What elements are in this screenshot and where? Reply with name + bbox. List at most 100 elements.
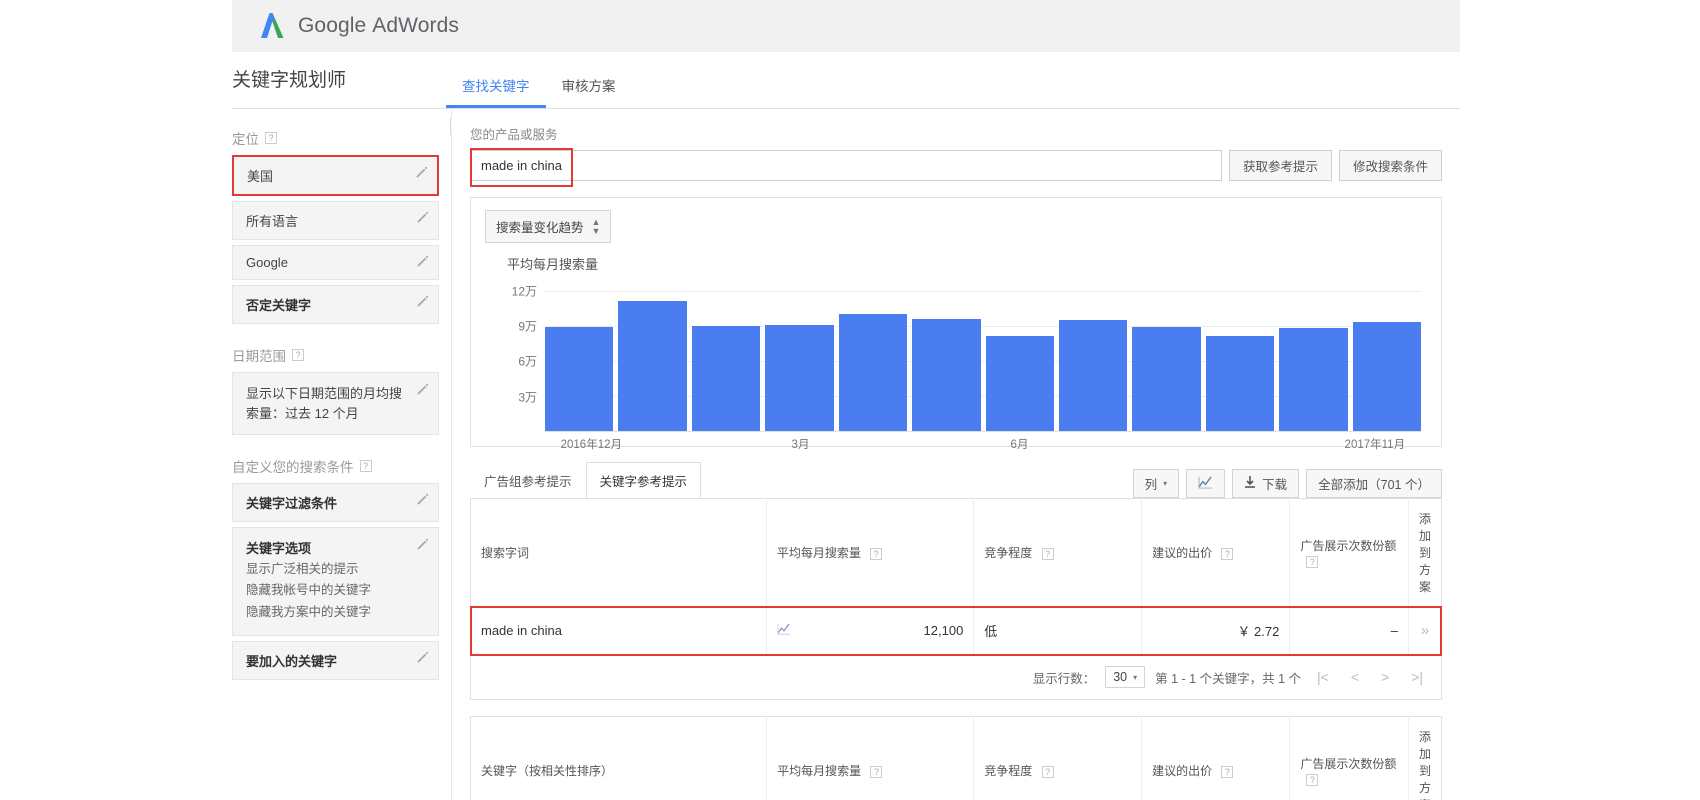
cell-impression-share: – [1289, 606, 1409, 655]
help-icon[interactable]: ? [1306, 556, 1319, 568]
y-axis-tick-label: 9万 [518, 319, 537, 334]
th-keyword-relevance[interactable]: 关键字（按相关性排序） [470, 716, 767, 800]
add-all-button[interactable]: 全部添加（701 个） [1306, 469, 1442, 498]
help-icon[interactable]: ? [1306, 774, 1319, 786]
sidebar-item-keyword-options[interactable]: 关键字选项 显示广泛相关的提示 隐藏我帐号中的关键字 隐藏我方案中的关键字 [232, 527, 439, 637]
sidebar-item-label: Google [246, 255, 288, 270]
th-label: 建议的出价 [1152, 764, 1213, 778]
bar-chart-plot: 3万 6万 9万 12万 [512, 279, 1422, 431]
toolbar-actions: 列 ▾ 下载 全部添加（701 个） [1132, 469, 1442, 498]
chart-bar[interactable] [1352, 322, 1422, 431]
trend-metric-select[interactable]: 搜索量变化趋势 ▲ ▼ [485, 210, 612, 243]
th-suggested-bid[interactable]: 建议的出价 ? [1141, 498, 1290, 607]
pencil-icon[interactable] [416, 493, 429, 506]
th-avg-searches[interactable]: 平均每月搜索量 ? [765, 498, 974, 607]
sidebar-section-title-date-range: 日期范围 ? [232, 345, 439, 365]
th-label: 竞争程度 [984, 546, 1033, 560]
th-label: 平均每月搜索量 [777, 764, 862, 778]
help-icon[interactable]: ? [1221, 548, 1234, 560]
sidebar-item-languages[interactable]: 所有语言 [232, 201, 439, 240]
th-impression-share[interactable]: 广告展示次数份额 ? [1289, 498, 1409, 607]
cell-keyword: made in china [470, 606, 767, 655]
chart-bar[interactable] [1058, 319, 1128, 431]
columns-button[interactable]: 列 ▾ [1132, 469, 1180, 498]
chart-panel: 搜索量变化趋势 ▲ ▼ 平均每月搜索量 3万 6万 9万 12万 2016年12月 3月 6… [470, 197, 1442, 451]
first-page-button[interactable]: |< [1311, 669, 1335, 685]
help-icon[interactable]: ? [359, 460, 372, 472]
help-icon[interactable]: ? [870, 548, 883, 560]
prev-page-button[interactable]: < [1345, 669, 1365, 685]
th-search-term[interactable]: 搜索字词 [470, 498, 767, 607]
th-label: 关键字（按相关性排序） [481, 764, 614, 778]
pencil-icon[interactable] [416, 211, 429, 224]
th-impression-share[interactable]: 广告展示次数份额 ? [1289, 716, 1409, 800]
sidebar-item-location[interactable]: 美国 [232, 155, 439, 196]
get-ideas-button[interactable]: 获取参考提示 [1228, 150, 1332, 181]
chart-bar[interactable] [765, 324, 834, 431]
chart-x-axis: 2016年12月 3月 6月 2017年11月 [545, 431, 1421, 451]
sidebar-item-label: 美国 [247, 169, 274, 184]
chart-bar[interactable] [1279, 328, 1348, 431]
graph-toggle-button[interactable] [1186, 469, 1226, 498]
th-label: 添加到方案 [1418, 512, 1431, 594]
modify-search-button[interactable]: 修改搜索条件 [1338, 150, 1442, 181]
help-icon[interactable]: ? [292, 349, 304, 361]
last-page-button[interactable]: >| [1405, 669, 1429, 685]
sidebar-item-keywords-to-include[interactable]: 要加入的关键字 [232, 641, 439, 681]
chevron-down-icon: ▾ [1163, 479, 1168, 488]
pagination-range: 第 1 - 1 个关键字，共 1 个 [1155, 671, 1301, 686]
table-toolbar: 广告组参考提示 关键字参考提示 列 ▾ 下载 全部添加（701 个） [470, 461, 1442, 499]
help-icon[interactable]: ? [1041, 766, 1054, 778]
pencil-icon[interactable] [416, 537, 429, 550]
search-row: 获取参考提示 修改搜索条件 [470, 148, 1442, 187]
th-label: 广告展示次数份额 [1300, 539, 1397, 553]
chart-bar[interactable] [545, 326, 614, 431]
line-chart-icon[interactable] [777, 623, 791, 638]
sidebar-item-network[interactable]: Google [232, 245, 439, 280]
rows-per-page-select[interactable]: 30 ▾ [1105, 666, 1146, 688]
chart-bar[interactable] [1205, 336, 1275, 431]
help-icon[interactable]: ? [1221, 766, 1234, 778]
pencil-icon[interactable] [415, 166, 428, 179]
pencil-icon[interactable] [416, 651, 429, 664]
th-label: 竞争程度 [984, 764, 1033, 778]
search-input[interactable] [470, 150, 1222, 181]
next-page-button[interactable]: > [1375, 669, 1395, 685]
th-suggested-bid[interactable]: 建议的出价 ? [1141, 716, 1290, 800]
chart-bar[interactable] [691, 325, 761, 431]
sidebar-item-date-range[interactable]: 显示以下日期范围的月均搜索量：过去 12 个月 [232, 372, 439, 435]
sidebar-item-negative-keywords[interactable]: 否定关键字 [232, 285, 439, 324]
sidebar-section-label: 自定义您的搜索条件 [232, 460, 354, 475]
tab-review-plan[interactable]: 审核方案 [546, 75, 632, 108]
chart-bar[interactable] [1132, 326, 1201, 431]
chevron-double-right-icon[interactable]: » [1421, 622, 1429, 639]
th-competition[interactable]: 竞争程度 ? [973, 716, 1142, 800]
page-header: 关键字规划师 查找关键字 审核方案 [232, 52, 1460, 109]
adwords-logo-icon [258, 11, 286, 41]
tab-adgroup-ideas[interactable]: 广告组参考提示 [470, 462, 586, 498]
th-competition[interactable]: 竞争程度 ? [973, 498, 1142, 607]
tab-keyword-ideas[interactable]: 关键字参考提示 [585, 462, 702, 499]
tab-find-keywords[interactable]: 查找关键字 [446, 75, 546, 108]
help-icon[interactable]: ? [1041, 548, 1054, 560]
chart-bar[interactable] [838, 314, 908, 431]
th-avg-searches[interactable]: 平均每月搜索量 ? [766, 716, 974, 800]
table-row[interactable]: made in china 12,100 低 ￥ 2.72 – » [470, 606, 1442, 655]
table-header-row: 搜索字词 平均每月搜索量 ? 竞争程度 ? 建议的出价 ? 广告展示次数份额 ?… [470, 498, 1442, 607]
th-label: 添加到方案 [1418, 730, 1431, 800]
help-icon[interactable]: ? [870, 766, 883, 778]
chart-bar[interactable] [985, 336, 1054, 431]
cell-add-to-plan[interactable]: » [1407, 606, 1442, 655]
filters-sidebar: « 定位 ? 美国 所有语言 Google 否定关键字 [232, 110, 467, 800]
pencil-icon[interactable] [416, 255, 429, 268]
sidebar-item-keyword-filters[interactable]: 关键字过滤条件 [232, 483, 439, 522]
sidebar-item-subline: 隐藏我方案中的关键字 [246, 605, 372, 620]
pencil-icon[interactable] [416, 382, 429, 395]
pencil-icon[interactable] [416, 295, 429, 308]
download-button[interactable]: 下载 [1232, 469, 1300, 498]
chart-bar[interactable] [618, 301, 687, 431]
chart-bar[interactable] [912, 318, 981, 431]
x-axis-tick-label: 2017年11月 [1344, 439, 1406, 451]
help-icon[interactable]: ? [265, 132, 277, 144]
